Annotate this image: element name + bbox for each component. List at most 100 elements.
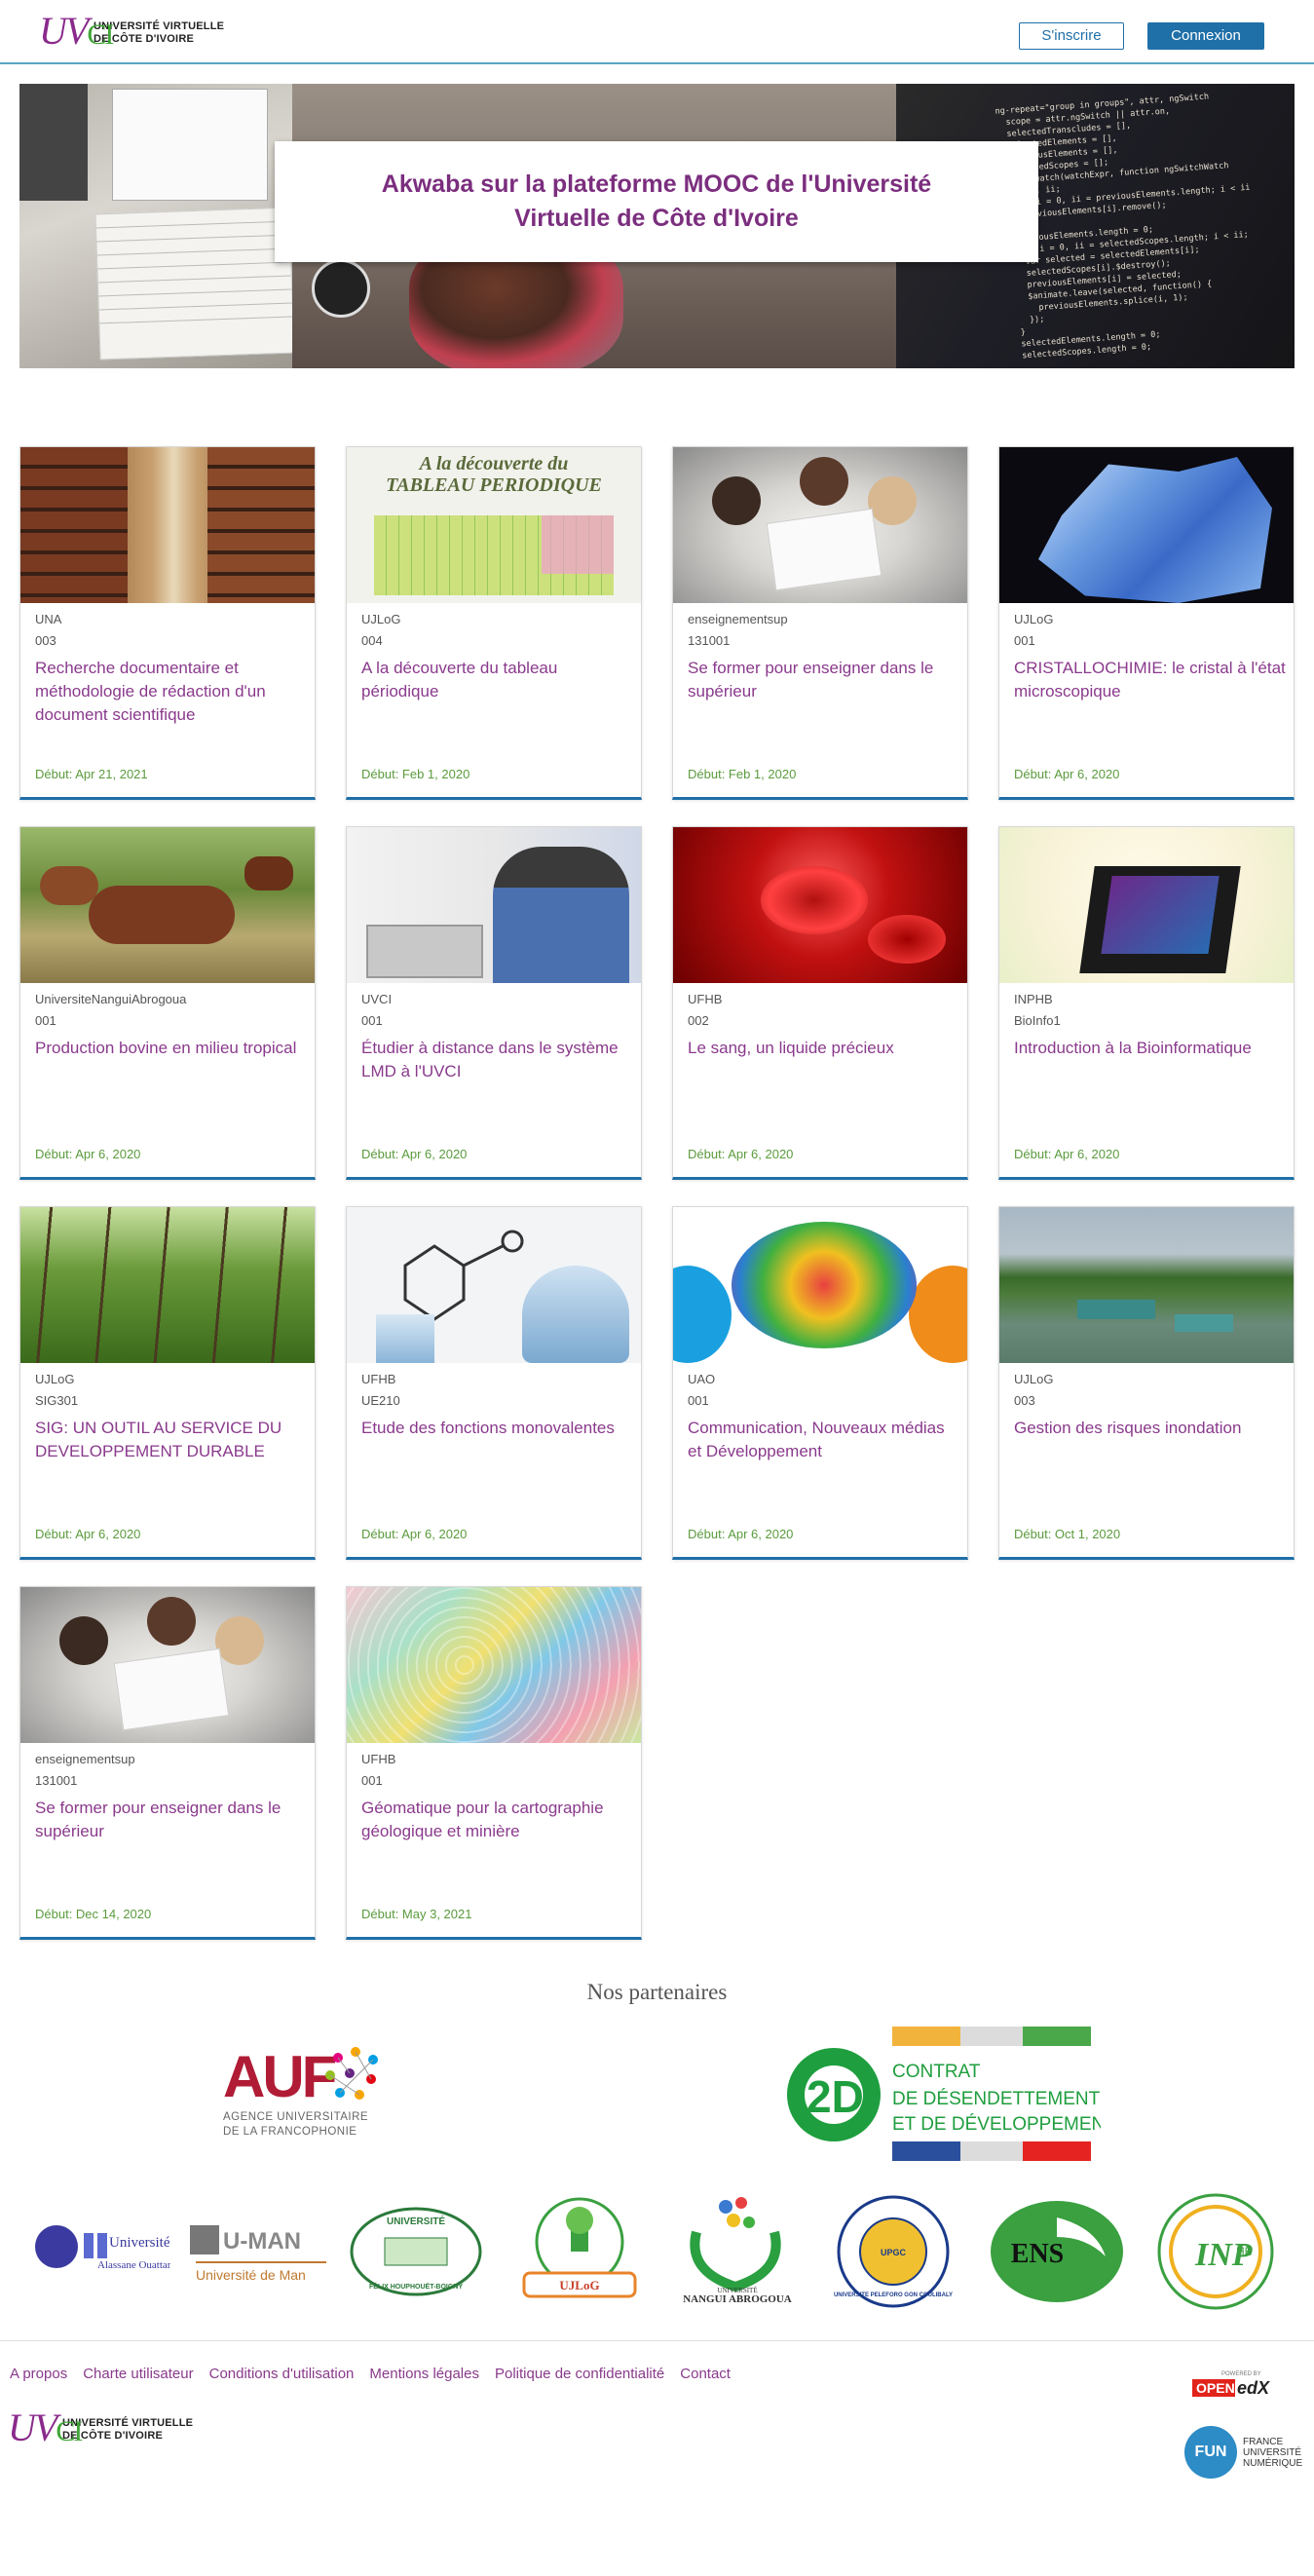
svg-text:U-MAN: U-MAN (223, 2228, 301, 2254)
course-card[interactable]: enseignementsup 131001 Se former pour ense… (19, 1586, 316, 1940)
course-title[interactable]: Gestion des risques inondation (1014, 1417, 1287, 1440)
course-org: UJLoG (1014, 612, 1054, 626)
svg-text:POWERED BY: POWERED BY (1221, 2371, 1261, 2377)
inphb-logo[interactable]: INP HB (1152, 2193, 1279, 2310)
course-title[interactable]: CRISTALLOCHIMIE: le cristal à l'état mic… (1014, 657, 1287, 703)
course-title[interactable]: Géomatique pour la cartographie géologiq… (361, 1797, 634, 1843)
course-card[interactable]: INPHB BioInfo1 Introduction à la Bioinform… (998, 826, 1295, 1180)
course-card[interactable]: UVCI 001 Étudier à distance dans le systèm… (346, 826, 642, 1180)
course-title[interactable]: Etude des fonctions monovalentes (361, 1417, 634, 1440)
universite-felix-houphouet-boigny-logo[interactable]: UNIVERSITÉ FÉLIX HOUPHOUËT-BOIGNY (346, 2194, 487, 2309)
course-card[interactable]: A la découverte du TABLEAU PERIODIQUE UJLo… (346, 446, 642, 800)
course-start-date: Début: Dec 14, 2020 (35, 1907, 152, 1921)
signup-button[interactable]: S'inscrire (1019, 22, 1124, 50)
fun-logo-mark: FUN (1184, 2426, 1237, 2479)
course-code: 001 (35, 1013, 56, 1028)
course-start-date: Début: Apr 6, 2020 (361, 1147, 468, 1161)
course-start-date: Début: Apr 6, 2020 (35, 1527, 141, 1541)
svg-text:AUF: AUF (223, 2044, 336, 2109)
course-card[interactable]: UFHB 002 Le sang, un liquide précieux Début… (672, 826, 968, 1180)
ujlog-logo[interactable]: UJLoG (516, 2194, 643, 2309)
course-org: UNA (35, 612, 62, 626)
course-thumbnail[interactable] (999, 827, 1294, 983)
course-org: UJLoG (1014, 1372, 1054, 1386)
course-card[interactable]: UFHB 001 Géomatique pour la cartographie g… (346, 1586, 642, 1940)
footer-link[interactable]: Charte utilisateur (83, 2366, 193, 2382)
course-code: 001 (361, 1773, 383, 1788)
footer-uvci-logo[interactable]: UVCI UNIVERSITÉ VIRTUELLE DE CÔTE D'IVOI… (8, 2408, 193, 2449)
course-thumbnail[interactable] (20, 447, 315, 603)
course-org: UFHB (688, 992, 723, 1006)
course-thumbnail[interactable]: A la découverte du TABLEAU PERIODIQUE (347, 447, 641, 603)
course-thumbnail[interactable] (20, 827, 315, 983)
footer-links: A propos Charte utilisateur Conditions d'u… (10, 2366, 746, 2382)
clock-image (312, 259, 370, 318)
universite-de-man-logo[interactable]: U-MAN Université de Man (190, 2194, 331, 2309)
fun-logo[interactable]: FUN FRANCE UNIVERSITÉ NUMÉRIQUE (1184, 2426, 1302, 2479)
course-title[interactable]: Le sang, un liquide précieux (688, 1037, 960, 1060)
course-org: UVCI (361, 992, 393, 1006)
svg-text:FÉLIX HOUPHOUËT-BOIGNY: FÉLIX HOUPHOUËT-BOIGNY (369, 2282, 463, 2291)
course-title[interactable]: Se former pour enseigner dans le supérie… (688, 657, 960, 703)
course-thumbnail[interactable] (999, 447, 1294, 603)
course-title[interactable]: Se former pour enseigner dans le supérie… (35, 1797, 308, 1843)
course-card[interactable]: UJLoG SIG301 SIG: UN OUTIL AU SERVICE DU D… (19, 1206, 316, 1560)
course-start-date: Début: Feb 1, 2020 (688, 767, 797, 781)
auf-logo[interactable]: AUF AGENCE UNIVERSITAIRE DE LA FRANCOPHO… (221, 2040, 396, 2143)
uvci-logo-mark: UVCI (39, 9, 114, 53)
calendar-image (94, 207, 295, 360)
course-thumbnail[interactable] (673, 1207, 967, 1363)
ens-logo[interactable]: ENS (989, 2194, 1125, 2309)
svg-text:AGENCE UNIVERSITAIRE: AGENCE UNIVERSITAIRE (223, 2111, 368, 2123)
footer-link[interactable]: A propos (10, 2366, 67, 2382)
course-card[interactable]: UniversiteNanguiAbrogoua 001 Production bo… (19, 826, 316, 1180)
footer-link[interactable]: Conditions d'utilisation (209, 2366, 355, 2382)
universite-alassane-ouattara-logo[interactable]: Université Alassane Ouattara (29, 2194, 170, 2309)
course-org: enseignementsup (688, 612, 788, 626)
footer-link[interactable]: Politique de confidentialité (495, 2366, 664, 2382)
course-title[interactable]: A la découverte du tableau périodique (361, 657, 634, 703)
universite-peleforo-gon-coulibaly-logo[interactable]: UNIVERSITE PELEFORO GON COULIBALY UPGC (828, 2194, 959, 2309)
c2d-logo[interactable]: 2D CONTRAT DE DÉSENDETTEMENT ET DE DÉVEL… (783, 2027, 1116, 2161)
course-card[interactable]: UFHB UE210 Etude des fonctions monovalente… (346, 1206, 642, 1560)
course-card[interactable]: UJLoG 003 Gestion des risques inondation Dé… (998, 1206, 1295, 1560)
course-title[interactable]: SIG: UN OUTIL AU SERVICE DU DEVELOPPEMEN… (35, 1417, 308, 1463)
svg-text:UPGC: UPGC (881, 2248, 907, 2257)
course-thumbnail[interactable] (347, 1207, 641, 1363)
footer-link[interactable]: Mentions légales (369, 2366, 479, 2382)
course-thumbnail[interactable] (999, 1207, 1294, 1363)
course-card[interactable]: UNA 003 Recherche documentaire et méthodol… (19, 446, 316, 800)
open-edx-logo[interactable]: POWERED BY OPEN edX (1192, 2368, 1282, 2407)
course-title[interactable]: Étudier à distance dans le système LMD à… (361, 1037, 634, 1083)
svg-text:edX: edX (1237, 2378, 1270, 2398)
hero-title: Akwaba sur la plateforme MOOC de l'Unive… (381, 170, 932, 232)
course-card[interactable]: enseignementsup 131001 Se former pour ense… (672, 446, 968, 800)
course-thumbnail[interactable] (673, 827, 967, 983)
course-thumbnail[interactable] (347, 1587, 641, 1743)
footer-divider (0, 2340, 1314, 2341)
course-thumbnail[interactable] (20, 1587, 315, 1743)
svg-text:UNIVERSITE PELEFORO GON COULIB: UNIVERSITE PELEFORO GON COULIBALY (834, 2292, 953, 2298)
course-thumbnail[interactable] (347, 827, 641, 983)
course-thumbnail[interactable] (20, 1207, 315, 1363)
course-start-date: Début: Apr 6, 2020 (35, 1147, 141, 1161)
course-thumbnail[interactable] (673, 447, 967, 603)
course-title[interactable]: Recherche documentaire et méthodologie d… (35, 657, 308, 727)
course-code: 001 (1014, 633, 1035, 648)
login-button[interactable]: Connexion (1147, 22, 1264, 50)
course-card[interactable]: UAO 001 Communication, Nouveaux médias et … (672, 1206, 968, 1560)
course-title[interactable]: Communication, Nouveaux médias et Dévelo… (688, 1417, 960, 1463)
svg-text:CONTRAT: CONTRAT (892, 2062, 981, 2082)
course-card[interactable]: UJLoG 001 CRISTALLOCHIMIE: le cristal à l'… (998, 446, 1295, 800)
footer-link[interactable]: Contact (680, 2366, 731, 2382)
course-start-date: Début: Apr 21, 2021 (35, 767, 148, 781)
uvci-logo[interactable]: UVCI UNIVERSITÉ VIRTUELLE DE CÔTE D'IVOI… (39, 9, 224, 53)
universite-nangui-abrogoua-logo[interactable]: NANGUI ABROGOUA UNIVERSITÉ (667, 2194, 808, 2309)
course-title[interactable]: Introduction à la Bioinformatique (1014, 1037, 1287, 1060)
course-code: BioInfo1 (1014, 1013, 1061, 1028)
course-start-date: Début: Apr 6, 2020 (1014, 1147, 1120, 1161)
svg-text:ET DE DÉVELOPPEMENT: ET DE DÉVELOPPEMENT (892, 2114, 1101, 2135)
course-org: UFHB (361, 1752, 396, 1766)
course-title[interactable]: Production bovine en milieu tropical (35, 1037, 308, 1060)
svg-text:UJLoG: UJLoG (559, 2278, 599, 2292)
